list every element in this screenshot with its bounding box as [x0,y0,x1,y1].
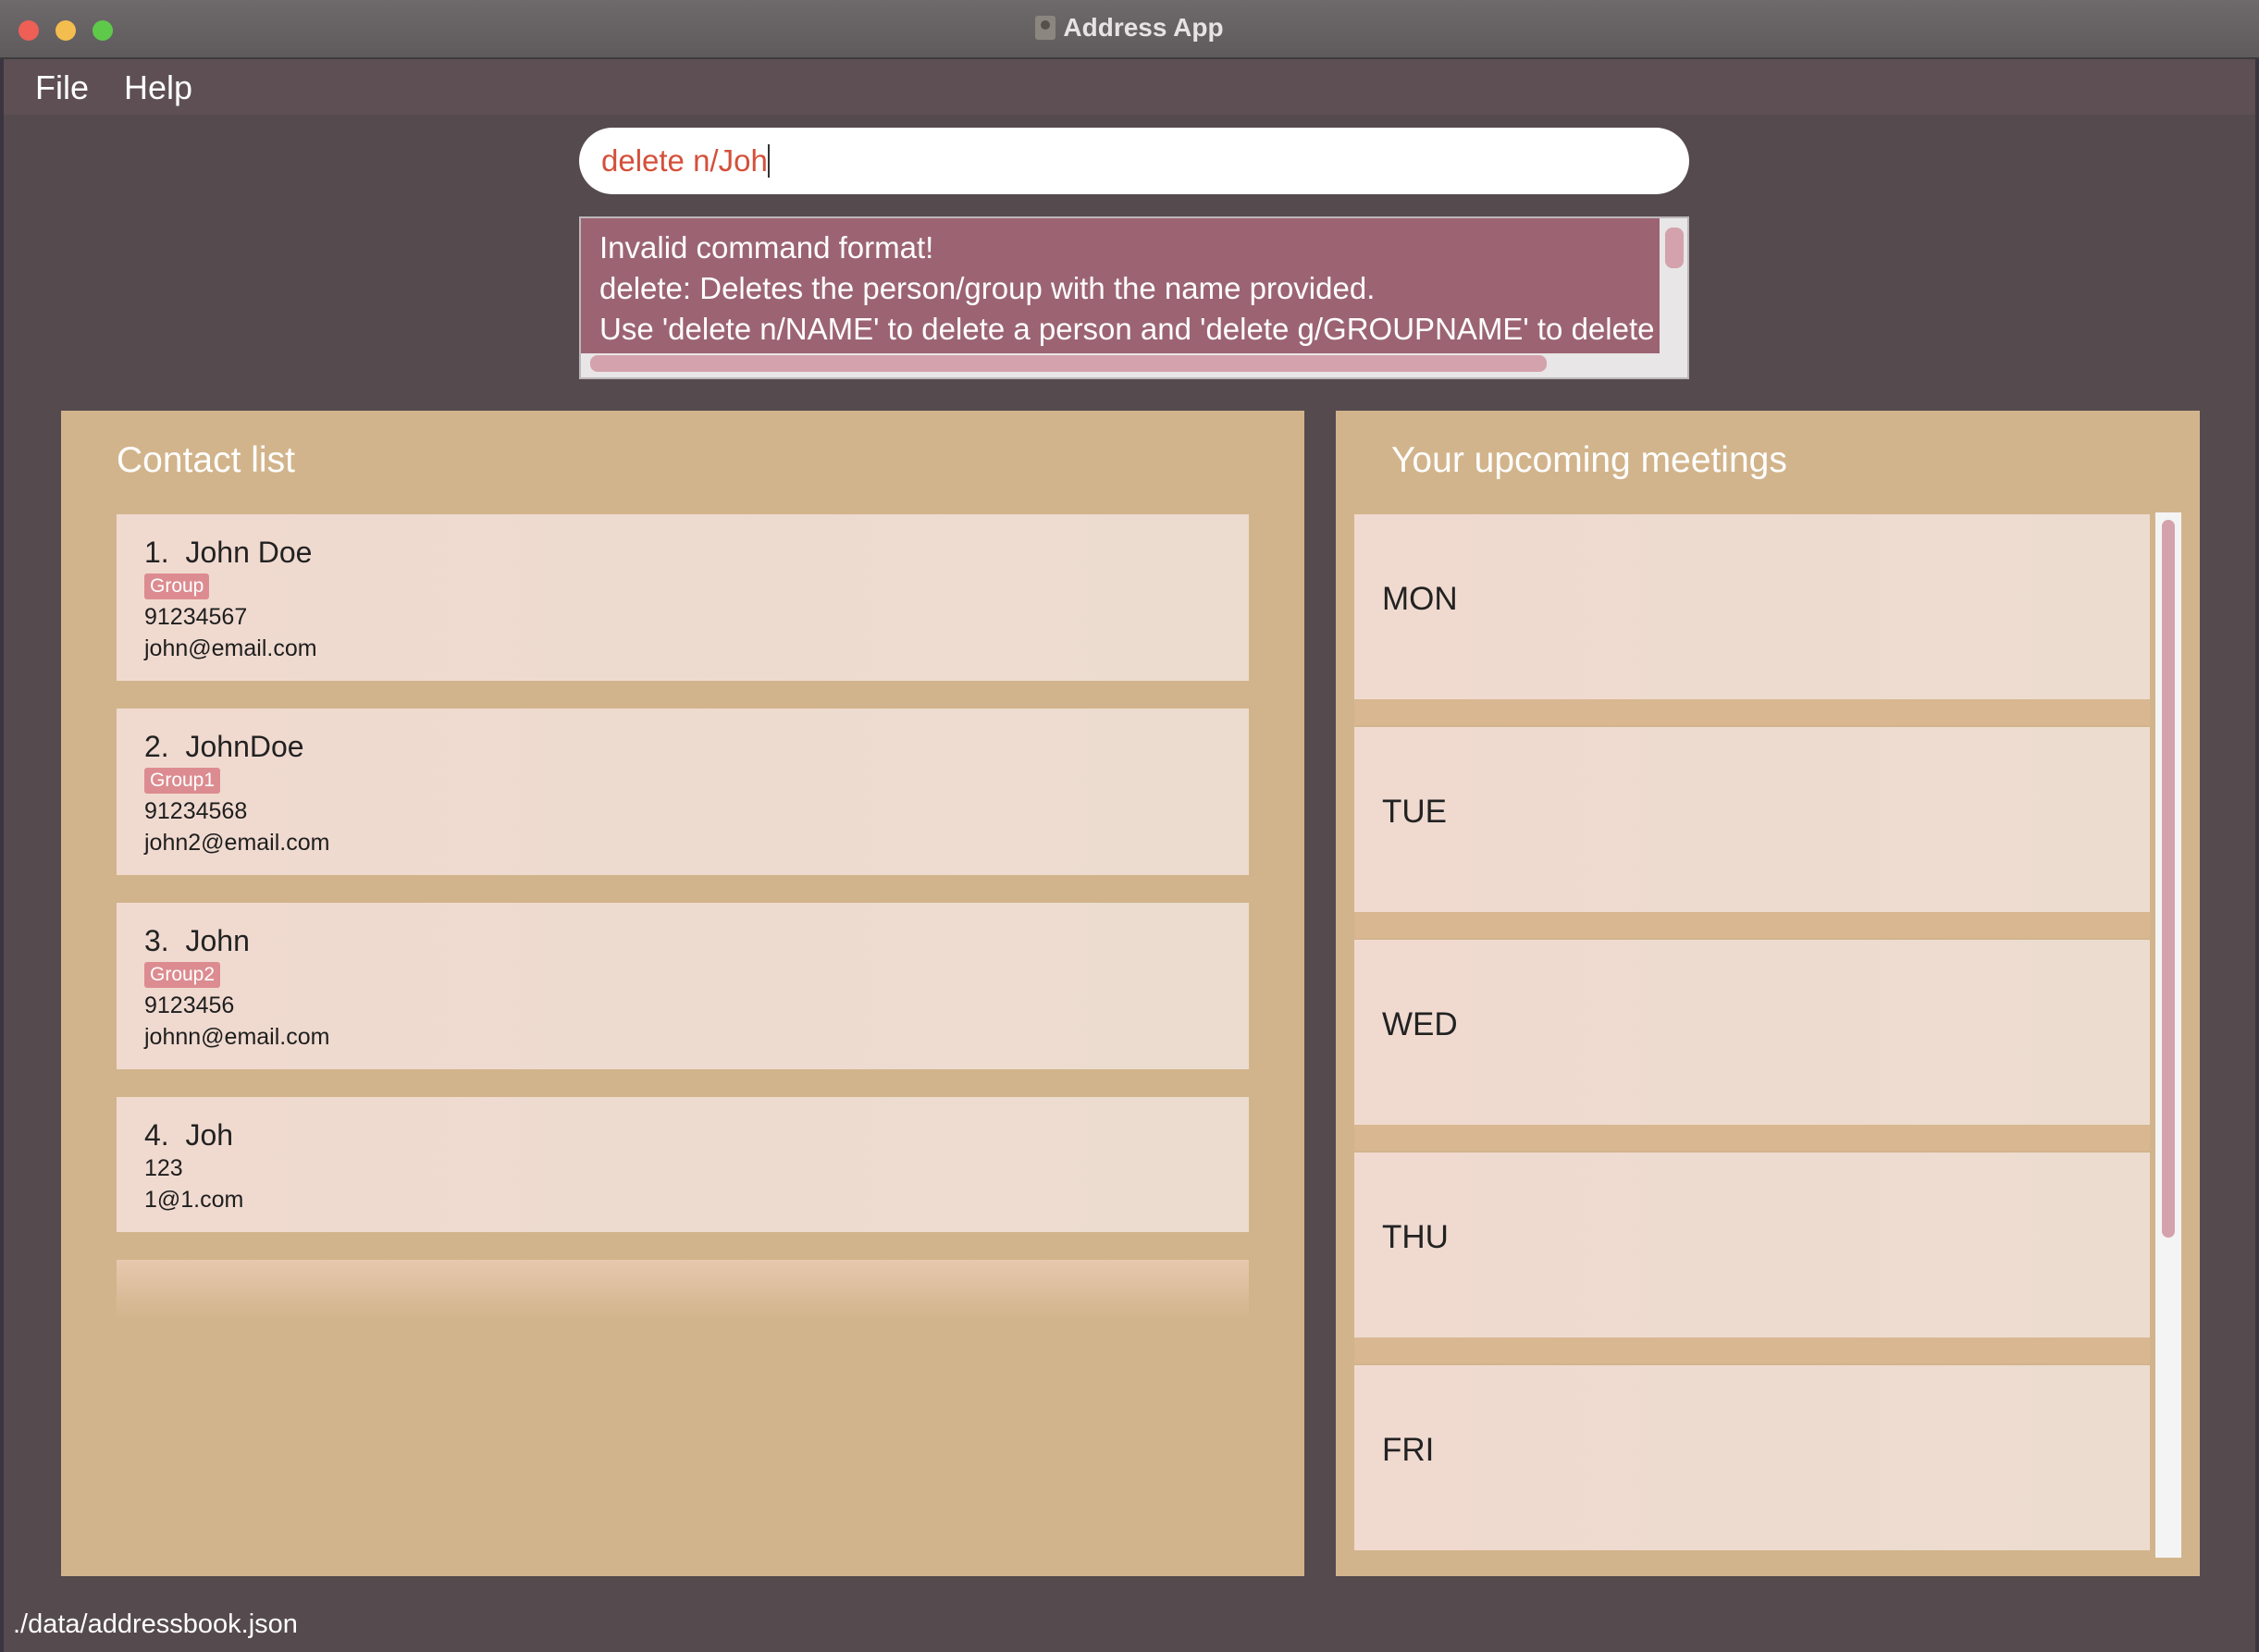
contact-name: John [185,924,250,957]
contact-index: 2. [144,730,169,763]
contact-name-line: 1. John Doe [144,535,1221,570]
contact-email: 1@1.com [144,1187,244,1213]
contact-name-line: 4. Joh [144,1117,1221,1153]
meetings-panel: Your upcoming meetings MON TUE WED THU F… [1336,411,2200,1576]
contacts-app-icon [1035,16,1056,40]
day-separator [1354,699,2150,725]
contact-index: 3. [144,924,169,957]
day-label: TUE [1382,794,1447,830]
command-input-value: delete n/Joh [601,143,768,178]
contact-card[interactable]: 1. John Doe Group 91234567 john@email.co… [117,514,1249,681]
result-horizontal-scrollbar[interactable] [590,355,1547,372]
contact-list-panel: Contact list 1. John Doe Group 91234567 … [61,411,1304,1576]
contact-email: john2@email.com [144,830,330,856]
group-tag: Group1 [144,768,221,794]
contact-name: Joh [185,1118,234,1152]
day-card-wed[interactable]: WED [1354,940,2150,1125]
day-card-tue[interactable]: TUE [1354,727,2150,912]
result-line: Invalid command format! [599,230,934,265]
data-file-path: ./data/addressbook.json [13,1609,298,1639]
day-separator [1354,1338,2150,1363]
group-tag: Group [144,573,210,599]
day-card-thu[interactable]: THU [1354,1153,2150,1338]
contact-phone: 123 [144,1155,183,1181]
contact-index: 1. [144,536,169,569]
day-label: THU [1382,1219,1449,1255]
contact-phone: 91234568 [144,798,248,824]
group-tag: Group2 [144,962,221,988]
text-caret [767,144,770,178]
result-vertical-scrollbar[interactable] [1665,228,1684,268]
contact-index: 4. [144,1118,169,1152]
day-card-mon[interactable]: MON [1354,514,2150,699]
meetings-title: Your upcoming meetings [1391,440,1787,480]
contact-phone: 91234567 [144,604,248,630]
contact-name: John Doe [185,536,313,569]
contact-list-title: Contact list [117,440,295,480]
day-card-fri[interactable]: FRI [1354,1365,2150,1550]
menu-help[interactable]: Help [120,67,196,109]
result-display[interactable]: Invalid command format! delete: Deletes … [579,216,1689,379]
menu-file[interactable]: File [31,67,93,109]
contact-email: john@email.com [144,635,317,661]
main-content: delete n/Joh Invalid command format! del… [4,115,2255,1600]
list-fade-placeholder [117,1260,1249,1319]
contact-card[interactable]: 4. Joh 123 1@1.com [117,1097,1249,1232]
result-text-area: Invalid command format! delete: Deletes … [581,218,1660,353]
contact-card[interactable]: 2. JohnDoe Group1 91234568 john2@email.c… [117,709,1249,875]
contact-email: johnn@email.com [144,1024,330,1050]
contact-name-line: 3. John [144,923,1221,958]
meetings-scrollbar-track[interactable] [2155,512,2181,1558]
meetings-scrollbar-thumb[interactable] [2162,520,2175,1238]
contact-name: JohnDoe [185,730,304,763]
status-bar: ./data/addressbook.json [4,1600,2255,1652]
window-title-area: Address App [0,13,2259,43]
result-line: delete: Deletes the person/group with th… [599,271,1376,305]
contact-name-line: 2. JohnDoe [144,729,1221,764]
contact-phone: 9123456 [144,992,235,1018]
result-line: Use 'delete n/NAME' to delete a person a… [599,312,1660,346]
command-input[interactable]: delete n/Joh [579,128,1689,194]
window-title: Address App [1063,13,1224,42]
day-label: MON [1382,581,1458,617]
window-titlebar: Address App [0,0,2259,59]
day-label: WED [1382,1006,1458,1042]
menu-bar: File Help [4,59,2255,115]
day-separator [1354,912,2150,938]
day-separator [1354,1125,2150,1151]
contact-card[interactable]: 3. John Group2 9123456 johnn@email.com [117,903,1249,1069]
day-label: FRI [1382,1432,1435,1468]
